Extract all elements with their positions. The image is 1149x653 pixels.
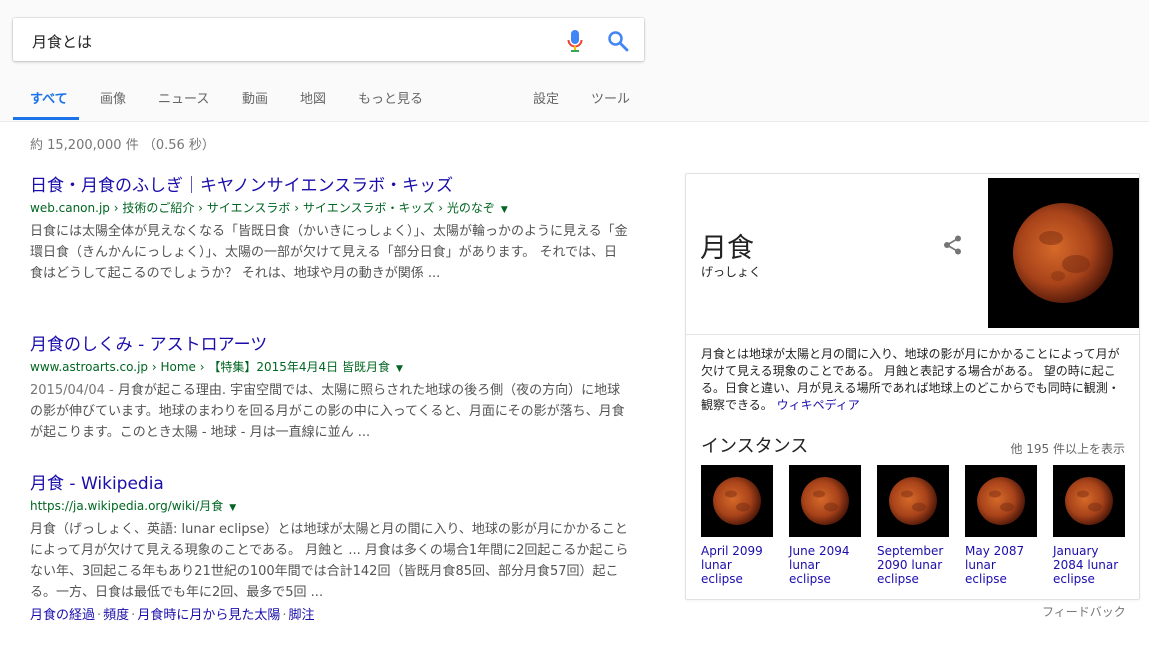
instance-caption: April 2099 lunar eclipse <box>701 544 763 586</box>
result-title-link[interactable]: 月食のしくみ - アストロアーツ <box>30 334 630 356</box>
caret-down-icon[interactable]: ▼ <box>396 364 403 374</box>
lunar-eclipse-image[interactable] <box>988 178 1139 328</box>
instance-card[interactable]: April 2099 lunar eclipse <box>701 465 775 586</box>
sitelink[interactable]: 頻度 <box>103 608 129 623</box>
feedback-link[interactable]: フィードバック <box>1042 603 1126 620</box>
instance-caption: September 2090 lunar eclipse <box>877 544 944 586</box>
lunar-eclipse-thumbnail <box>701 465 773 537</box>
knowledge-panel-subtitle: げっしょく <box>701 265 762 279</box>
result-snippet: 2015/04/04 - 月食が起こる理由. 宇宙空間では、太陽に照らされた地球… <box>30 380 630 443</box>
instance-card[interactable]: September 2090 lunar eclipse <box>877 465 951 586</box>
result-snippet-text: 月食が起こる理由. 宇宙空間では、太陽に照らされた地球の後ろ側（夜の方向）に地球… <box>30 383 625 440</box>
result-breadcrumb: web.canon.jp › 技術のご紹介 › サイエンスラボ › サイエンスラ… <box>30 201 495 215</box>
tab-settings[interactable]: 設定 <box>533 88 559 107</box>
search-result: 月食のしくみ - アストロアーツ www.astroarts.co.jp › H… <box>30 334 630 443</box>
result-date: 2015/04/04 - <box>30 383 118 398</box>
sitelinks: 月食の経過 · 頻度 · 月食時に月から見た太陽 · 脚注 <box>30 605 630 626</box>
result-snippet: 日食には太陽全体が見えなくなる「皆既日食（かいきにっしょく）」、太陽が輪っかのよ… <box>30 224 628 281</box>
divider <box>686 334 1139 335</box>
show-more-link[interactable]: 他 195 件以上を表示 <box>1010 440 1125 457</box>
tab-tools[interactable]: ツール <box>591 88 630 107</box>
search-box[interactable] <box>13 18 644 61</box>
separator: · <box>282 608 287 623</box>
lunar-eclipse-thumbnail <box>1053 465 1125 537</box>
share-icon[interactable] <box>942 234 964 256</box>
microphone-icon[interactable] <box>567 29 583 53</box>
separator: · <box>131 608 136 623</box>
search-result: 月食 - Wikipedia https://ja.wikipedia.org/… <box>30 473 630 626</box>
tab-videos[interactable]: 動画 <box>242 88 268 107</box>
separator: · <box>97 608 102 623</box>
result-stats: 約 15,200,000 件 （0.56 秒） <box>30 138 215 153</box>
instance-caption: May 2087 lunar eclipse <box>965 544 1025 586</box>
description-text: 月食とは地球が太陽と月の間に入り、地球の影が月にかかることによって月が欠けて見え… <box>701 347 1120 412</box>
active-tab-indicator <box>13 117 79 120</box>
result-url: https://ja.wikipedia.org/wiki/月食 ▼ <box>30 497 630 517</box>
result-title-link[interactable]: 月食 - Wikipedia <box>30 473 630 495</box>
tab-images[interactable]: 画像 <box>100 88 126 107</box>
knowledge-panel-title: 月食 <box>700 233 754 264</box>
result-snippet: 月食（げっしょく、英語: lunar eclipse）とは地球が太陽と月の間に入… <box>30 522 629 600</box>
search-icon[interactable] <box>607 30 629 52</box>
caret-down-icon[interactable]: ▼ <box>501 205 508 215</box>
sitelink[interactable]: 月食時に月から見た太陽 <box>137 608 280 623</box>
tab-all[interactable]: すべて <box>30 88 68 107</box>
result-breadcrumb: https://ja.wikipedia.org/wiki/月食 <box>30 499 224 513</box>
tab-maps[interactable]: 地図 <box>300 88 326 107</box>
instances-heading: インスタンス <box>701 436 809 457</box>
tab-news[interactable]: ニュース <box>158 88 209 107</box>
lunar-eclipse-thumbnail <box>789 465 861 537</box>
tab-more[interactable]: もっと見る <box>358 88 423 107</box>
search-input[interactable] <box>30 29 554 53</box>
result-url: web.canon.jp › 技術のご紹介 › サイエンスラボ › サイエンスラ… <box>30 199 630 219</box>
wikipedia-link[interactable]: ウィキペディア <box>777 398 860 412</box>
knowledge-panel-description: 月食とは地球が太陽と月の間に入り、地球の影が月にかかることによって月が欠けて見え… <box>701 346 1127 414</box>
instance-caption: January 2084 lunar eclipse <box>1053 544 1119 586</box>
search-result: 日食・月食のふしぎ｜キヤノンサイエンスラボ・キッズ web.canon.jp ›… <box>30 175 630 284</box>
knowledge-panel: 月食 げっしょく 月食とは地球が太陽と月の間に入り、地球の影が月にかかることによ… <box>685 173 1140 600</box>
instance-card[interactable]: June 2094 lunar eclipse <box>789 465 863 586</box>
result-url: www.astroarts.co.jp › Home › 【特集】2015年4月… <box>30 358 630 378</box>
result-breadcrumb: www.astroarts.co.jp › Home › 【特集】2015年4月… <box>30 360 390 374</box>
instance-card[interactable]: January 2084 lunar eclipse <box>1053 465 1127 586</box>
instance-caption: June 2094 lunar eclipse <box>789 544 850 586</box>
sitelink[interactable]: 月食の経過 <box>30 608 95 623</box>
lunar-eclipse-thumbnail <box>965 465 1037 537</box>
caret-down-icon[interactable]: ▼ <box>229 503 236 513</box>
result-title-link[interactable]: 日食・月食のふしぎ｜キヤノンサイエンスラボ・キッズ <box>30 175 630 197</box>
lunar-eclipse-thumbnail <box>877 465 949 537</box>
instance-card[interactable]: May 2087 lunar eclipse <box>965 465 1039 586</box>
sitelink[interactable]: 脚注 <box>288 608 314 623</box>
